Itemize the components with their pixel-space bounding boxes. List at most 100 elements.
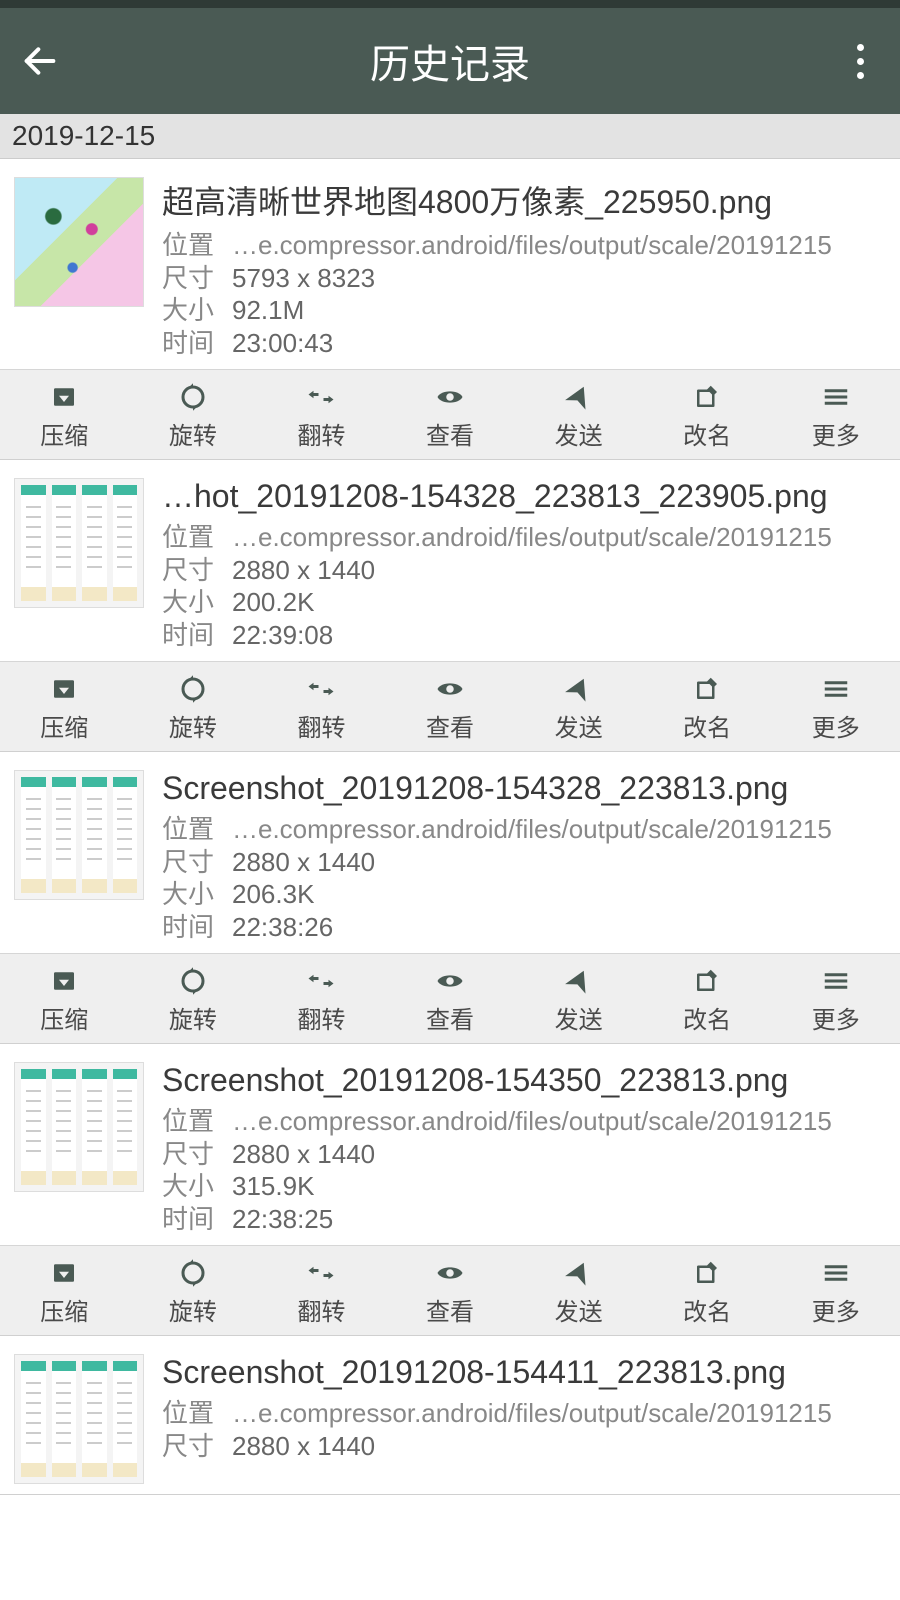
action-label: 旋转: [169, 708, 217, 743]
meta-row: 位置…e.compressor.android/files/output/sca…: [162, 229, 886, 262]
rotate-button[interactable]: 旋转: [129, 1246, 258, 1335]
meta-row: 尺寸 5793 x 8323: [162, 262, 886, 295]
meta-row: 大小 92.1M: [162, 294, 886, 327]
overflow-menu-button[interactable]: [838, 39, 882, 83]
action-label: 查看: [426, 708, 474, 743]
eye-icon: [433, 674, 467, 704]
compress-button[interactable]: 压缩: [0, 1246, 129, 1335]
thumbnail[interactable]: [14, 1062, 144, 1192]
action-bar: 压缩旋转翻转查看发送改名更多: [0, 1245, 900, 1335]
meta-value: …e.compressor.android/files/output/scale…: [232, 813, 886, 846]
more-button[interactable]: 更多: [771, 954, 900, 1043]
history-list: 超高清晰世界地图4800万像素_225950.png位置…e.compresso…: [0, 159, 900, 1495]
meta-label: 时间: [162, 911, 218, 944]
flip-button[interactable]: 翻转: [257, 1246, 386, 1335]
meta-value: 22:39:08: [232, 619, 886, 652]
meta-value: 22:38:26: [232, 911, 886, 944]
rename-button[interactable]: 改名: [643, 1246, 772, 1335]
more-button[interactable]: 更多: [771, 1246, 900, 1335]
thumbnail[interactable]: [14, 478, 144, 608]
send-button[interactable]: 发送: [514, 1246, 643, 1335]
meta-label: 尺寸: [162, 846, 218, 879]
meta-value: 92.1M: [232, 294, 886, 327]
item-info: Screenshot_20191208-154328_223813.png位置……: [162, 770, 886, 943]
meta-value: 2880 x 1440: [232, 554, 886, 587]
action-label: 更多: [812, 1000, 860, 1035]
meta-value: 200.2K: [232, 586, 886, 619]
action-bar: 压缩旋转翻转查看发送改名 更多: [0, 369, 900, 459]
thumbnail[interactable]: [14, 1354, 144, 1484]
meta-label: 尺寸: [162, 1430, 218, 1463]
compress-button[interactable]: 压缩: [0, 662, 129, 751]
meta-row: 位置…e.compressor.android/files/output/sca…: [162, 521, 886, 554]
app-bar: 历史记录: [0, 8, 900, 114]
item-body[interactable]: …hot_20191208-154328_223813_223905.png 位置…: [0, 460, 900, 661]
meta-value: 315.9K: [232, 1170, 886, 1203]
action-label: 更多: [812, 1292, 860, 1327]
compress-icon: [47, 1258, 81, 1288]
meta-row: 尺寸2880 x 1440: [162, 1430, 886, 1463]
rotate-button[interactable]: 旋转: [129, 954, 258, 1043]
action-label: 翻转: [297, 708, 345, 743]
more-icon: [819, 382, 853, 412]
meta-label: 大小: [162, 586, 218, 619]
meta-value: …e.compressor.android/files/output/scale…: [232, 1105, 886, 1138]
meta-label: 时间: [162, 327, 218, 360]
flip-button[interactable]: 翻转: [257, 370, 386, 459]
thumbnail[interactable]: [14, 177, 144, 307]
more-button[interactable]: 更多: [771, 370, 900, 459]
view-button[interactable]: 查看: [386, 662, 515, 751]
flip-icon: [304, 382, 338, 412]
compress-button[interactable]: 压缩: [0, 370, 129, 459]
rename-button[interactable]: 改名: [643, 954, 772, 1043]
meta-value: …e.compressor.android/files/output/scale…: [232, 1397, 886, 1430]
edit-icon: [690, 966, 724, 996]
back-button[interactable]: [18, 39, 62, 83]
send-icon: [562, 382, 596, 412]
meta-label: 位置: [162, 1105, 218, 1138]
meta-label: 大小: [162, 1170, 218, 1203]
action-label: 查看: [426, 1000, 474, 1035]
rename-button[interactable]: 改名: [643, 662, 772, 751]
send-button[interactable]: 发送: [514, 370, 643, 459]
item-body[interactable]: Screenshot_20191208-154350_223813.png位置……: [0, 1044, 900, 1245]
action-label: 更多: [812, 416, 860, 451]
flip-button[interactable]: 翻转: [257, 954, 386, 1043]
rotate-button[interactable]: 旋转: [129, 662, 258, 751]
filename: …hot_20191208-154328_223813_223905.png: [162, 478, 886, 515]
send-button[interactable]: 发送: [514, 954, 643, 1043]
filename: 超高清晰世界地图4800万像素_225950.png: [162, 177, 886, 223]
eye-icon: [433, 382, 467, 412]
meta-label: 尺寸: [162, 1138, 218, 1171]
item-body[interactable]: 超高清晰世界地图4800万像素_225950.png 位置…e.compresso…: [0, 159, 900, 369]
meta-label: 位置: [162, 813, 218, 846]
action-label: 翻转: [297, 1000, 345, 1035]
action-label: 改名: [683, 416, 731, 451]
action-label: 旋转: [169, 1000, 217, 1035]
send-icon: [562, 1258, 596, 1288]
meta-value: 22:38:25: [232, 1203, 886, 1236]
rename-button[interactable]: 改名: [643, 370, 772, 459]
send-button[interactable]: 发送: [514, 662, 643, 751]
meta-label: 大小: [162, 294, 218, 327]
meta-value: 206.3K: [232, 878, 886, 911]
edit-icon: [690, 674, 724, 704]
meta-value: 5793 x 8323: [232, 262, 886, 295]
more-button[interactable]: 更多: [771, 662, 900, 751]
flip-icon: [304, 674, 338, 704]
compress-button[interactable]: 压缩: [0, 954, 129, 1043]
edit-icon: [690, 1258, 724, 1288]
send-icon: [562, 966, 596, 996]
history-item: 超高清晰世界地图4800万像素_225950.png 位置…e.compresso…: [0, 159, 900, 460]
item-body[interactable]: Screenshot_20191208-154411_223813.png位置……: [0, 1336, 900, 1494]
action-bar: 压缩旋转 翻转 查看 发送改名更多: [0, 953, 900, 1043]
view-button[interactable]: 查看: [386, 370, 515, 459]
item-body[interactable]: Screenshot_20191208-154328_223813.png位置……: [0, 752, 900, 953]
meta-label: 尺寸: [162, 262, 218, 295]
rotate-icon: [176, 382, 210, 412]
view-button[interactable]: 查看: [386, 954, 515, 1043]
view-button[interactable]: 查看: [386, 1246, 515, 1335]
flip-button[interactable]: 翻转: [257, 662, 386, 751]
thumbnail[interactable]: [14, 770, 144, 900]
rotate-button[interactable]: 旋转: [129, 370, 258, 459]
